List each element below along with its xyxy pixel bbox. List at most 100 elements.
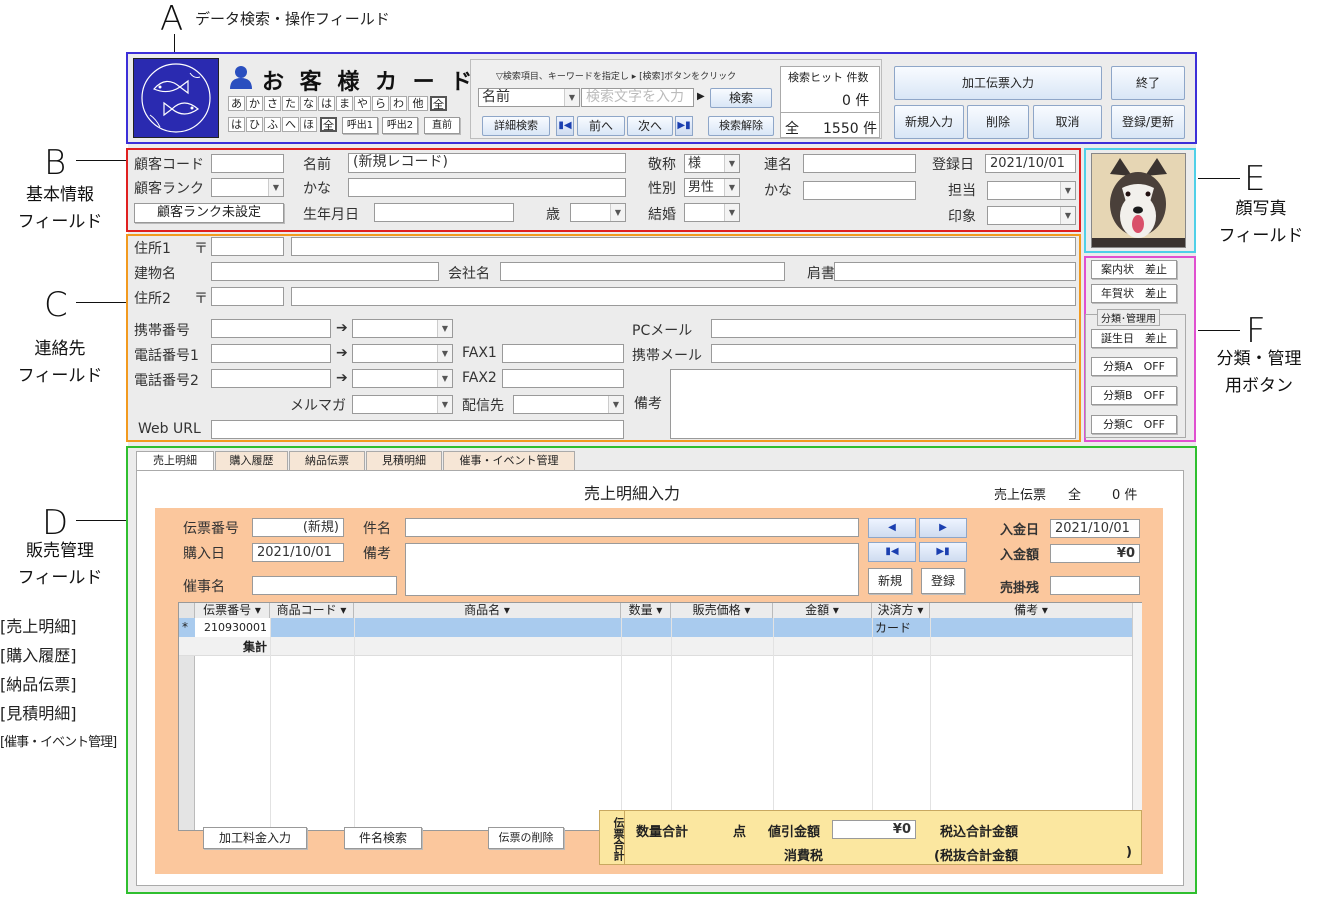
search-field-select[interactable]: 名前 ▼: [478, 88, 580, 107]
kana-button[interactable]: あ: [228, 96, 245, 111]
search-button[interactable]: 検索: [710, 88, 772, 108]
kana-button[interactable]: や: [354, 96, 371, 111]
previous-call-button[interactable]: 直前: [424, 117, 460, 134]
vertical-scrollbar[interactable]: [1132, 603, 1142, 830]
phone2-input[interactable]: [211, 369, 331, 388]
receivable-input[interactable]: [1050, 576, 1140, 595]
address2-input[interactable]: [291, 287, 1076, 306]
customer-photo[interactable]: [1091, 153, 1186, 248]
kana-button[interactable]: さ: [264, 96, 281, 111]
category-a-toggle[interactable]: 分類A OFF: [1091, 357, 1177, 376]
record-prev-icon[interactable]: ◀: [868, 518, 916, 538]
table-row[interactable]: [179, 618, 1132, 637]
joint-name-input[interactable]: [803, 154, 916, 173]
delivery-select[interactable]: ▼: [513, 395, 624, 414]
company-input[interactable]: [500, 262, 785, 281]
record-next-icon[interactable]: ▶: [919, 518, 967, 538]
column-header[interactable]: 備考 ▾: [930, 603, 1132, 618]
kana-button[interactable]: ひ: [246, 117, 263, 132]
phone2-type-select[interactable]: ▼: [352, 369, 453, 388]
tab-delivery-slip[interactable]: 納品伝票: [289, 451, 365, 470]
previous-button[interactable]: 前へ: [577, 116, 625, 136]
column-header[interactable]: 商品名 ▾: [354, 603, 621, 618]
process-slip-button[interactable]: 加工伝票入力: [894, 66, 1102, 100]
mail-magazine-select[interactable]: ▼: [352, 395, 453, 414]
subject-input[interactable]: [405, 518, 859, 537]
category-c-toggle[interactable]: 分類C OFF: [1091, 415, 1177, 434]
payment-date-input[interactable]: 2021/10/01: [1050, 519, 1140, 538]
impression-select[interactable]: ▼: [987, 206, 1076, 225]
newyear-card-stop-button[interactable]: 年賀状 差止: [1091, 284, 1177, 303]
column-header[interactable]: 商品コード ▾: [270, 603, 354, 618]
job-title-input[interactable]: [834, 262, 1076, 281]
kana-button[interactable]: 他: [408, 96, 428, 111]
discount-input[interactable]: ¥0: [832, 820, 916, 839]
save-update-button[interactable]: 登録/更新: [1111, 105, 1185, 139]
call2-button[interactable]: 呼出2: [382, 117, 418, 134]
age-select[interactable]: ▼: [570, 203, 626, 222]
subject-search-button[interactable]: 件名検索: [344, 827, 422, 849]
joint-kana-input[interactable]: [803, 181, 916, 200]
address1-input[interactable]: [291, 237, 1076, 256]
customer-rank-select[interactable]: ▼: [211, 178, 284, 197]
staff-select[interactable]: ▼: [987, 181, 1076, 200]
tab-sales-detail[interactable]: 売上明細: [136, 451, 214, 471]
slip-number-input[interactable]: (新規): [252, 518, 344, 537]
delete-button[interactable]: 削除: [967, 105, 1029, 139]
fax1-input[interactable]: [502, 344, 624, 363]
fax2-input[interactable]: [502, 369, 624, 388]
new-slip-button[interactable]: 新規: [868, 568, 912, 594]
kana-button[interactable]: わ: [390, 96, 407, 111]
kana-button[interactable]: は: [318, 96, 335, 111]
record-first-icon[interactable]: ▮◀: [868, 542, 916, 562]
record-last-icon[interactable]: ▶▮: [919, 542, 967, 562]
kana-input[interactable]: [348, 178, 626, 197]
mobile-mail-input[interactable]: [711, 344, 1076, 363]
category-b-toggle[interactable]: 分類B OFF: [1091, 386, 1177, 405]
mobile-type-select[interactable]: ▼: [352, 319, 453, 338]
remarks-textarea[interactable]: [405, 543, 859, 596]
column-header[interactable]: 金額 ▾: [773, 603, 872, 618]
notes-textarea[interactable]: [670, 369, 1076, 439]
kana-button[interactable]: た: [282, 96, 299, 111]
honorific-select[interactable]: 様 ▼: [684, 154, 740, 173]
column-header[interactable]: 販売価格 ▾: [671, 603, 773, 618]
last-record-icon[interactable]: ▶▮: [675, 116, 693, 136]
gender-select[interactable]: 男性 ▼: [684, 178, 740, 197]
mobile-number-input[interactable]: [211, 319, 331, 338]
kana-button[interactable]: は: [228, 117, 245, 132]
web-url-input[interactable]: [211, 420, 624, 439]
clear-search-button[interactable]: 検索解除: [708, 116, 774, 136]
kana-button[interactable]: ま: [336, 96, 353, 111]
rank-unset-button[interactable]: 顧客ランク未設定: [134, 203, 284, 223]
register-slip-button[interactable]: 登録: [921, 568, 965, 594]
kana-button[interactable]: へ: [282, 117, 299, 132]
tab-event-management[interactable]: 催事・イベント管理: [443, 451, 575, 470]
kana-button[interactable]: な: [300, 96, 317, 111]
phone1-input[interactable]: [211, 344, 331, 363]
building-input[interactable]: [211, 262, 439, 281]
purchase-date-input[interactable]: 2021/10/01: [252, 543, 344, 562]
phone1-type-select[interactable]: ▼: [352, 344, 453, 363]
payment-amount-input[interactable]: ¥0: [1050, 544, 1140, 563]
kana-button[interactable]: か: [246, 96, 263, 111]
new-entry-button[interactable]: 新規入力: [894, 105, 964, 139]
table-cell-payment[interactable]: カード: [875, 619, 911, 636]
customer-code-input[interactable]: [211, 154, 284, 173]
birthday-input[interactable]: [374, 203, 514, 222]
cancel-button[interactable]: 取消: [1033, 105, 1102, 139]
column-header[interactable]: 決済方 ▾: [872, 603, 930, 618]
table-cell-slip-no[interactable]: 210930001: [195, 618, 270, 637]
column-header[interactable]: 伝票番号 ▾: [195, 603, 270, 618]
postal-code1-input[interactable]: [211, 237, 284, 256]
delete-slip-button[interactable]: 伝票の削除: [488, 827, 564, 849]
next-button[interactable]: 次へ: [627, 116, 673, 136]
processing-fee-button[interactable]: 加工料金入力: [203, 827, 307, 849]
pc-mail-input[interactable]: [711, 319, 1076, 338]
detail-search-button[interactable]: 詳細検索: [482, 116, 550, 136]
kana-button[interactable]: ふ: [264, 117, 281, 132]
search-input[interactable]: 検索文字を入力: [581, 88, 694, 107]
kana-button[interactable]: ほ: [300, 117, 317, 132]
exit-button[interactable]: 終了: [1111, 66, 1185, 100]
marriage-select[interactable]: ▼: [684, 203, 740, 222]
